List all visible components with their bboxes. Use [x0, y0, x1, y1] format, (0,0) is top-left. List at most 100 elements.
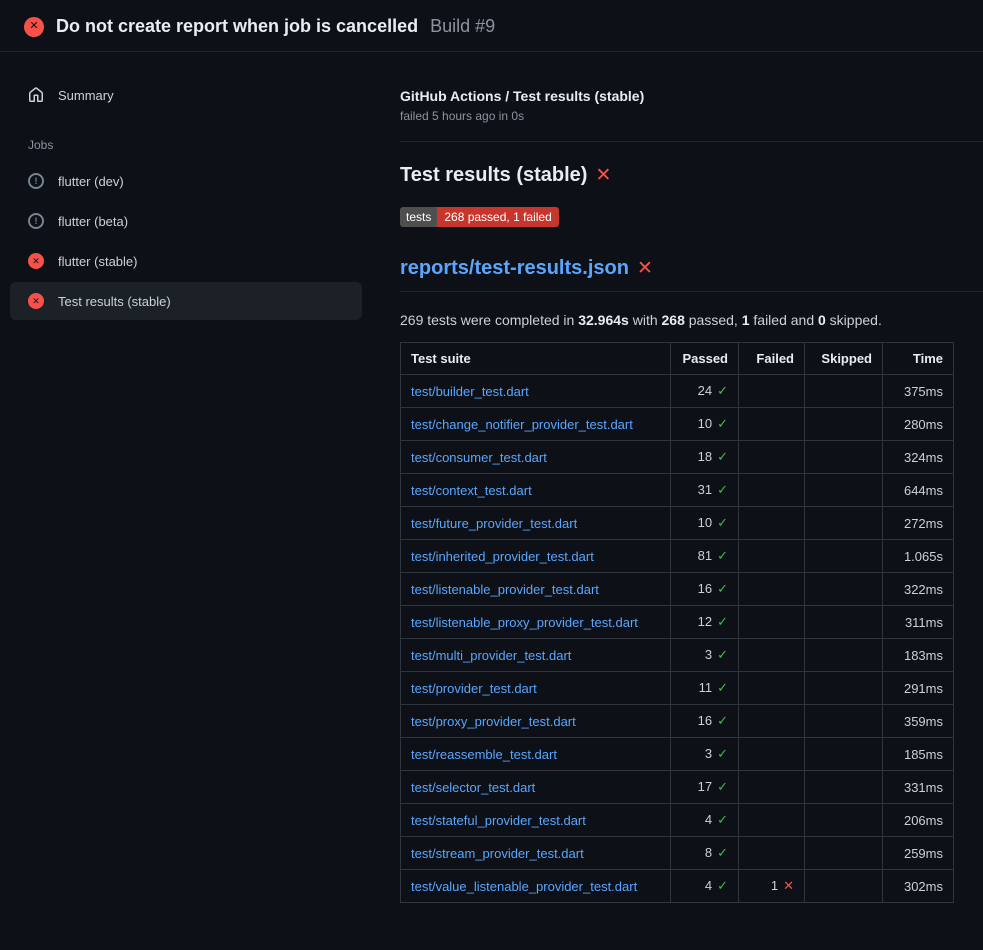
test-results-table: Test suitePassedFailedSkippedTime test/b…	[400, 342, 954, 903]
test-suite-link[interactable]: test/stateful_provider_test.dart	[411, 813, 586, 828]
passed-cell: 10✓	[671, 408, 739, 441]
suite-cell: test/multi_provider_test.dart	[401, 639, 671, 672]
sidebar-job-item[interactable]: ✕flutter (stable)	[10, 242, 362, 280]
test-suite-link[interactable]: test/listenable_proxy_provider_test.dart	[411, 615, 638, 630]
suite-cell: test/value_listenable_provider_test.dart	[401, 870, 671, 903]
check-icon: ✓	[717, 647, 728, 662]
test-suite-link[interactable]: test/context_test.dart	[411, 483, 532, 498]
table-header-row: Test suitePassedFailedSkippedTime	[401, 343, 954, 375]
skipped-cell	[805, 705, 883, 738]
passed-cell: 11✓	[671, 672, 739, 705]
suite-cell: test/stream_provider_test.dart	[401, 837, 671, 870]
passed-cell: 8✓	[671, 837, 739, 870]
passed-cell: 16✓	[671, 573, 739, 606]
home-icon	[28, 87, 44, 103]
passed-cell: 4✓	[671, 870, 739, 903]
check-icon: ✓	[717, 548, 728, 563]
table-row: test/multi_provider_test.dart3✓183ms	[401, 639, 954, 672]
check-icon: ✓	[717, 680, 728, 695]
skipped-cell	[805, 540, 883, 573]
check-icon: ✓	[717, 878, 728, 893]
test-suite-link[interactable]: test/proxy_provider_test.dart	[411, 714, 576, 729]
table-row: test/consumer_test.dart18✓324ms	[401, 441, 954, 474]
table-row: test/reassemble_test.dart3✓185ms	[401, 738, 954, 771]
sidebar-job-item[interactable]: !flutter (beta)	[10, 202, 362, 240]
passed-count: 81	[698, 548, 712, 563]
passed-cell: 10✓	[671, 507, 739, 540]
column-header-passed: Passed	[671, 343, 739, 375]
sidebar-item-summary[interactable]: Summary	[10, 76, 362, 114]
passed-count: 12	[698, 614, 712, 629]
table-row: test/context_test.dart31✓644ms	[401, 474, 954, 507]
passed-count: 10	[698, 416, 712, 431]
test-suite-link[interactable]: test/future_provider_test.dart	[411, 516, 577, 531]
sidebar-job-item[interactable]: ✕Test results (stable)	[10, 282, 362, 320]
failed-cell	[739, 804, 805, 837]
run-status-text: failed 5 hours ago in 0s	[400, 109, 983, 123]
test-suite-link[interactable]: test/consumer_test.dart	[411, 450, 547, 465]
suite-cell: test/selector_test.dart	[401, 771, 671, 804]
check-icon: ✓	[717, 449, 728, 464]
table-row: test/listenable_provider_test.dart 16✓ 322…	[401, 573, 954, 606]
sidebar-job-label: flutter (dev)	[58, 174, 124, 189]
test-suite-link[interactable]: test/inherited_provider_test.dart	[411, 549, 594, 564]
test-suite-link[interactable]: test/change_notifier_provider_test.dart	[411, 417, 633, 432]
passed-cell: 16 ✓	[671, 705, 739, 738]
time-cell: 359ms	[883, 705, 954, 738]
time-cell: 206ms	[883, 804, 954, 837]
test-suite-link[interactable]: test/provider_test.dart	[411, 681, 537, 696]
failed-cell	[739, 474, 805, 507]
passed-count: 4	[705, 878, 712, 893]
build-number: Build #9	[430, 16, 495, 37]
passed-count: 16	[698, 713, 712, 728]
sidebar-job-label: flutter (stable)	[58, 254, 137, 269]
skipped-cell	[805, 837, 883, 870]
test-suite-link[interactable]: test/selector_test.dart	[411, 780, 535, 795]
divider	[400, 141, 983, 142]
skipped-cell	[805, 738, 883, 771]
suite-cell: test/provider_test.dart	[401, 672, 671, 705]
run-failed-status-icon: ✕	[24, 17, 44, 37]
failed-cell	[739, 606, 805, 639]
failed-cell	[739, 507, 805, 540]
test-suite-link[interactable]: test/multi_provider_test.dart	[411, 648, 571, 663]
time-cell: 322ms	[883, 573, 954, 606]
suite-cell: test/listenable_proxy_provider_test.dart	[401, 606, 671, 639]
time-cell: 183ms	[883, 639, 954, 672]
passed-count: 4	[705, 812, 712, 827]
check-icon: ✓	[717, 383, 728, 398]
passed-count: 8	[705, 845, 712, 860]
failed-cell	[739, 705, 805, 738]
test-suite-link[interactable]: test/value_listenable_provider_test.dart	[411, 879, 637, 894]
report-file-link[interactable]: reports/test-results.json	[400, 257, 629, 279]
column-header-skipped: Skipped	[805, 343, 883, 375]
table-row: test/inherited_provider_test.dart81✓1.06…	[401, 540, 954, 573]
skipped-cell	[805, 507, 883, 540]
column-header-test-suite: Test suite	[401, 343, 671, 375]
table-row: test/future_provider_test.dart10✓272ms	[401, 507, 954, 540]
time-cell: 375ms	[883, 375, 954, 408]
test-suite-link[interactable]: test/reassemble_test.dart	[411, 747, 557, 762]
suite-cell: test/future_provider_test.dart	[401, 507, 671, 540]
section-title: Test results (stable)✕	[400, 164, 983, 187]
tests-status-badge: tests 268 passed, 1 failed	[400, 207, 559, 227]
check-icon: ✓	[717, 614, 728, 629]
time-cell: 280ms	[883, 408, 954, 441]
failed-cell	[739, 375, 805, 408]
suite-cell: test/change_notifier_provider_test.dart	[401, 408, 671, 441]
failed-cell	[739, 837, 805, 870]
passed-cell: 31✓	[671, 474, 739, 507]
skipped-cell	[805, 804, 883, 837]
check-icon: ✓	[717, 713, 728, 728]
passed-count: 10	[698, 515, 712, 530]
sidebar-job-item[interactable]: !flutter (dev)	[10, 162, 362, 200]
suite-cell: test/listenable_provider_test.dart	[401, 573, 671, 606]
skipped-cell	[805, 375, 883, 408]
check-icon: ✓	[717, 779, 728, 794]
table-row: test/proxy_provider_test.dart 16 ✓ 359ms	[401, 705, 954, 738]
table-row: test/builder_test.dart24✓375ms	[401, 375, 954, 408]
test-suite-link[interactable]: test/stream_provider_test.dart	[411, 846, 584, 861]
test-suite-link[interactable]: test/listenable_provider_test.dart	[411, 582, 599, 597]
time-cell: 302ms	[883, 870, 954, 903]
test-suite-link[interactable]: test/builder_test.dart	[411, 384, 529, 399]
